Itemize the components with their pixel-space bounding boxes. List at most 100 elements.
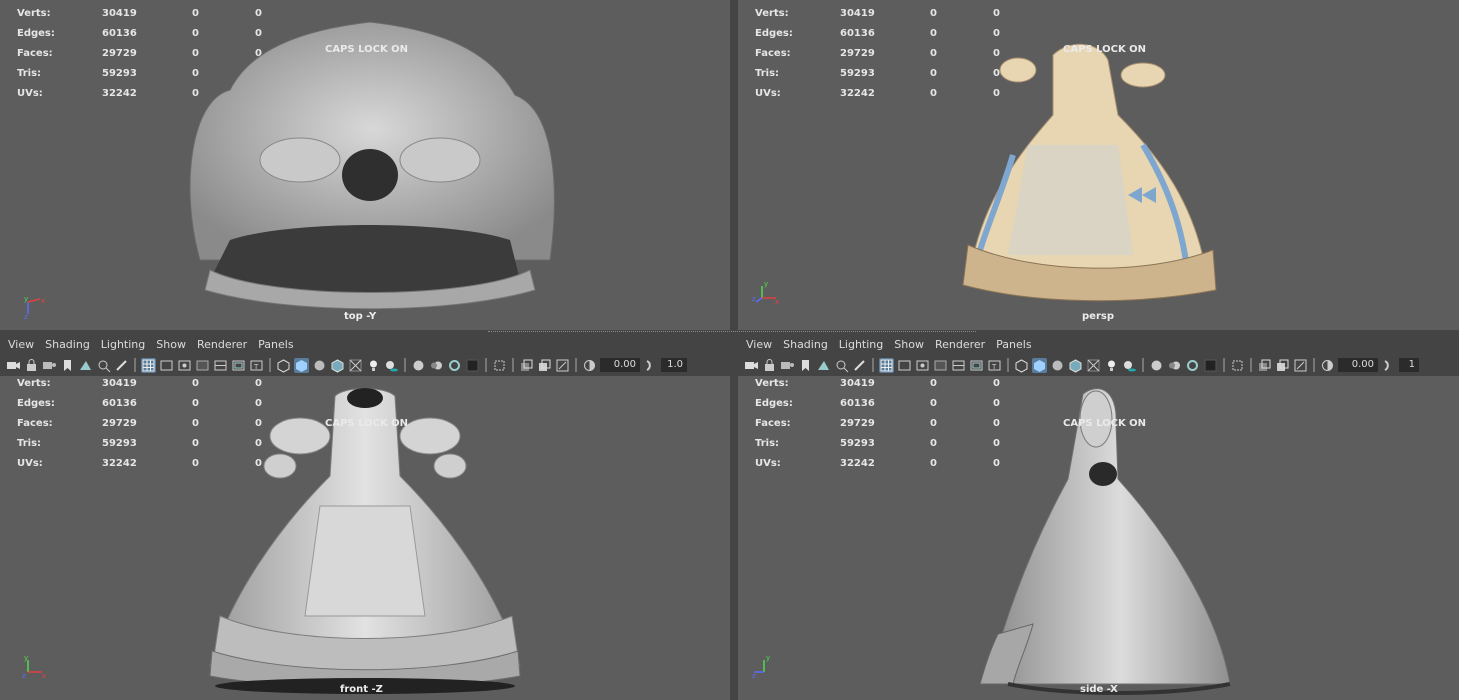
xray-icon[interactable] [1257, 358, 1272, 373]
hud-value: 0 [192, 418, 199, 429]
camera-label: top -Y [344, 311, 377, 322]
toolbar-separator [1313, 358, 1315, 372]
use-all-lights-icon[interactable] [1086, 358, 1101, 373]
textured-icon[interactable] [1068, 358, 1083, 373]
depth-of-field-icon[interactable] [465, 358, 480, 373]
exposure-field[interactable]: 0.00 [600, 358, 640, 372]
film-gate-icon[interactable] [159, 358, 174, 373]
screen-space-ao-icon[interactable] [1149, 358, 1164, 373]
default-material-icon[interactable] [1050, 358, 1065, 373]
image-plane-icon[interactable] [816, 358, 831, 373]
menu-view[interactable]: View [8, 338, 34, 351]
xray-joints-icon[interactable] [555, 358, 570, 373]
smooth-shade-icon[interactable] [294, 357, 309, 373]
grid-icon[interactable] [141, 357, 156, 373]
menu-panels[interactable]: Panels [258, 338, 293, 351]
hud-value: 30419 [102, 378, 137, 389]
lighting-icon[interactable] [1104, 358, 1119, 373]
grease-pencil-icon[interactable] [114, 358, 129, 373]
menu-panels[interactable]: Panels [996, 338, 1031, 351]
film-gate-icon[interactable] [897, 358, 912, 373]
shadows-icon[interactable] [384, 358, 399, 373]
gamma-icon[interactable] [1381, 358, 1396, 373]
camera-icon[interactable] [744, 358, 759, 373]
toolbar-separator [485, 358, 487, 372]
motion-blur-icon[interactable] [429, 358, 444, 373]
use-all-lights-icon[interactable] [348, 358, 363, 373]
menu-lighting[interactable]: Lighting [839, 338, 883, 351]
safe-action-icon[interactable] [231, 358, 246, 373]
wireframe-icon[interactable] [276, 358, 291, 373]
panel-menubar-right: View Shading Lighting Show Renderer Panels [746, 338, 1043, 354]
menu-view[interactable]: View [746, 338, 772, 351]
isolate-icon[interactable] [492, 358, 507, 373]
textured-icon[interactable] [330, 358, 345, 373]
field-chart-icon[interactable] [213, 358, 228, 373]
default-material-icon[interactable] [312, 358, 327, 373]
gamma-field[interactable]: 1.0 [661, 358, 687, 372]
dress-model-top-view[interactable] [170, 10, 570, 310]
anti-aliasing-icon[interactable] [1185, 358, 1200, 373]
menu-renderer[interactable]: Renderer [197, 338, 247, 351]
image-plane-icon[interactable] [78, 358, 93, 373]
camera-icon[interactable] [6, 358, 21, 373]
panel-toolbar-right: T 0.00 1 [744, 355, 1459, 375]
caps-lock-indicator: CAPS LOCK ON [325, 418, 409, 429]
menu-shading[interactable]: Shading [783, 338, 828, 351]
gamma-icon[interactable] [643, 358, 658, 373]
xray-active-icon[interactable] [1275, 358, 1290, 373]
vertical-pane-divider[interactable] [730, 0, 738, 700]
anti-aliasing-icon[interactable] [447, 358, 462, 373]
camera-attributes-icon[interactable] [780, 358, 795, 373]
camera-attributes-icon[interactable] [42, 358, 57, 373]
depth-of-field-icon[interactable] [1203, 358, 1218, 373]
exposure-icon[interactable] [1320, 358, 1335, 373]
dress-model-persp-view[interactable] [958, 35, 1238, 305]
gamma-field[interactable]: 1 [1399, 358, 1419, 372]
lock-camera-icon[interactable] [762, 358, 777, 373]
menu-show[interactable]: Show [156, 338, 186, 351]
safe-action-icon[interactable] [969, 358, 984, 373]
viewport-top[interactable]: Verts: 30419 0 0 Edges: 60136 0 0 Faces: 29729 0… [0, 0, 730, 330]
pane-sash-handle[interactable] [488, 331, 976, 334]
menu-shading[interactable]: Shading [45, 338, 90, 351]
hud-value: 32242 [840, 88, 875, 99]
axis-y-label: y [24, 295, 28, 303]
bookmark-icon[interactable] [798, 358, 813, 373]
resolution-gate-icon[interactable] [915, 358, 930, 373]
grease-pencil-icon[interactable] [852, 358, 867, 373]
viewport-front[interactable]: Verts: 30419 0 0 Edges: 60136 0 0 Faces: 29729 0… [0, 376, 730, 700]
isolate-icon[interactable] [1230, 358, 1245, 373]
viewport-side[interactable]: Verts: 30419 0 0 Edges: 60136 0 0 Faces: 29729 0… [738, 376, 1459, 700]
exposure-field[interactable]: 0.00 [1338, 358, 1378, 372]
safe-title-icon[interactable]: T [987, 358, 1002, 373]
hud-value: 0 [192, 458, 199, 469]
2d-pan-zoom-icon[interactable] [834, 358, 849, 373]
wireframe-icon[interactable] [1014, 358, 1029, 373]
lock-camera-icon[interactable] [24, 358, 39, 373]
shadows-icon[interactable] [1122, 358, 1137, 373]
dress-model-side-view[interactable] [968, 384, 1238, 700]
viewport-persp[interactable]: Verts: 30419 0 0 Edges: 60136 0 0 Faces: 29729 0… [738, 0, 1459, 330]
menu-show[interactable]: Show [894, 338, 924, 351]
screen-space-ao-icon[interactable] [411, 358, 426, 373]
xray-joints-icon[interactable] [1293, 358, 1308, 373]
gate-mask-icon[interactable] [195, 358, 210, 373]
menu-lighting[interactable]: Lighting [101, 338, 145, 351]
exposure-icon[interactable] [582, 358, 597, 373]
dress-model-front-view[interactable] [200, 386, 530, 696]
smooth-shade-icon[interactable] [1032, 357, 1047, 373]
safe-title-icon[interactable]: T [249, 358, 264, 373]
xray-icon[interactable] [519, 358, 534, 373]
bookmark-icon[interactable] [60, 358, 75, 373]
field-chart-icon[interactable] [951, 358, 966, 373]
menu-renderer[interactable]: Renderer [935, 338, 985, 351]
motion-blur-icon[interactable] [1167, 358, 1182, 373]
2d-pan-zoom-icon[interactable] [96, 358, 111, 373]
lighting-icon[interactable] [366, 358, 381, 373]
grid-icon[interactable] [879, 357, 894, 373]
gate-mask-icon[interactable] [933, 358, 948, 373]
resolution-gate-icon[interactable] [177, 358, 192, 373]
axis-z-label: z [24, 313, 28, 320]
xray-active-icon[interactable] [537, 358, 552, 373]
